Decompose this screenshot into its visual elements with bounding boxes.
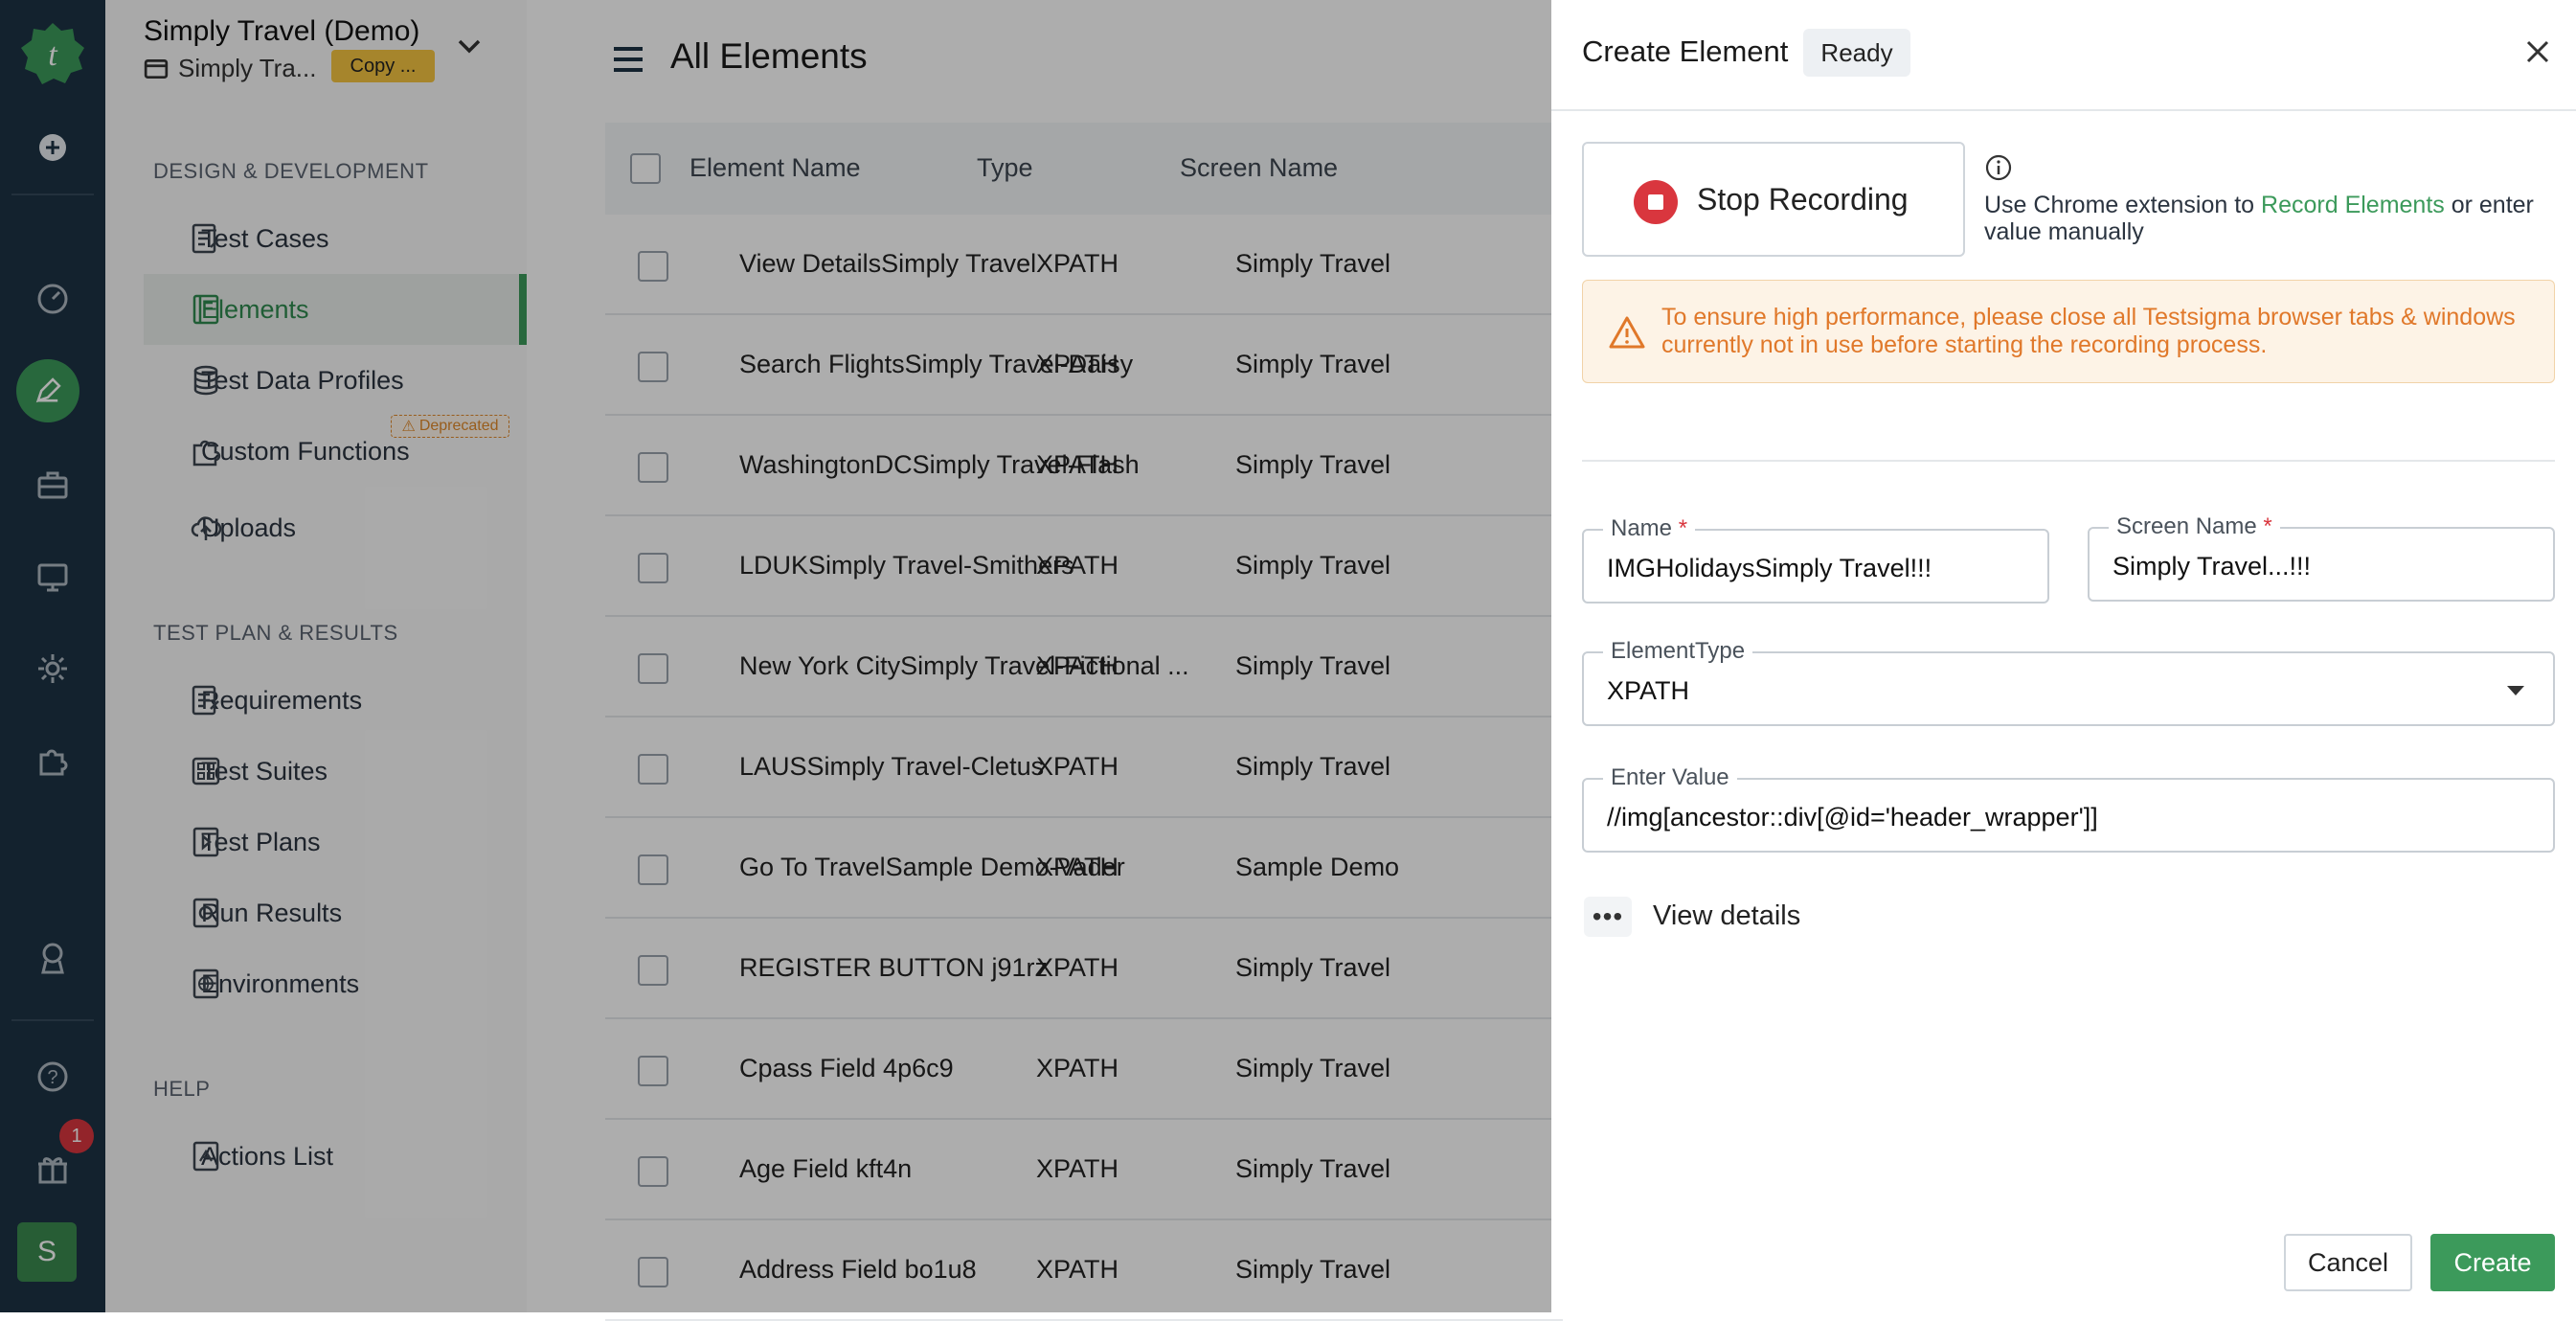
name-label: Name * [1603, 515, 1696, 542]
screen-name-input[interactable]: Simply Travel...!!! [2113, 552, 2311, 581]
element-value-field[interactable]: Enter Value //img[ancestor::div[@id='hea… [1582, 764, 2555, 853]
name-field[interactable]: Name * IMGHolidaysSimply Travel!!! [1582, 515, 2049, 604]
stop-recording-label: Stop Recording [1697, 182, 1909, 216]
name-input[interactable]: IMGHolidaysSimply Travel!!! [1607, 554, 1932, 583]
stop-recording-button[interactable]: Stop Recording [1582, 142, 1965, 257]
warning-text: To ensure high performance, please close… [1661, 304, 2516, 358]
status-badge: Ready [1803, 29, 1910, 77]
view-details-link[interactable]: View details [1653, 900, 1800, 932]
screen-name-field[interactable]: Screen Name * Simply Travel...!!! [2088, 513, 2555, 602]
record-stop-icon [1634, 180, 1678, 224]
screen-name-label-text: Screen Name [2116, 513, 2257, 539]
element-type-value[interactable]: XPATH [1607, 676, 1689, 706]
element-value-input[interactable]: //img[ancestor::div[@id='header_wrapper'… [1607, 803, 2098, 832]
screen-name-label: Screen Name * [2109, 513, 2280, 540]
section-divider [1582, 460, 2555, 462]
modal-backdrop[interactable] [0, 0, 1551, 1312]
name-label-text: Name [1611, 515, 1673, 541]
more-dots-icon[interactable]: ••• [1584, 897, 1632, 937]
dropdown-caret-icon[interactable] [2507, 686, 2524, 695]
create-button[interactable]: Create [2430, 1234, 2555, 1291]
info-icon [1985, 154, 2012, 181]
info-prefix: Use Chrome extension to [1984, 192, 2262, 218]
required-mark: * [2263, 513, 2272, 539]
required-mark: * [1678, 515, 1688, 541]
warning-banner: To ensure high performance, please close… [1582, 280, 2555, 383]
create-element-drawer: Create Element Ready Stop Recording Use … [1551, 0, 2576, 1312]
element-type-label: ElementType [1603, 638, 1753, 665]
header-divider [1551, 109, 2576, 111]
enter-value-label: Enter Value [1603, 764, 1737, 791]
record-info-text: Use Chrome extension to Record Elements … [1984, 192, 2549, 245]
element-type-select[interactable]: ElementType XPATH [1582, 638, 2555, 726]
cancel-button[interactable]: Cancel [2284, 1234, 2412, 1291]
drawer-title: Create Element [1582, 34, 1789, 68]
close-icon[interactable] [2520, 34, 2555, 69]
warning-icon [1609, 316, 1645, 349]
record-elements-link[interactable]: Record Elements [2261, 192, 2445, 218]
